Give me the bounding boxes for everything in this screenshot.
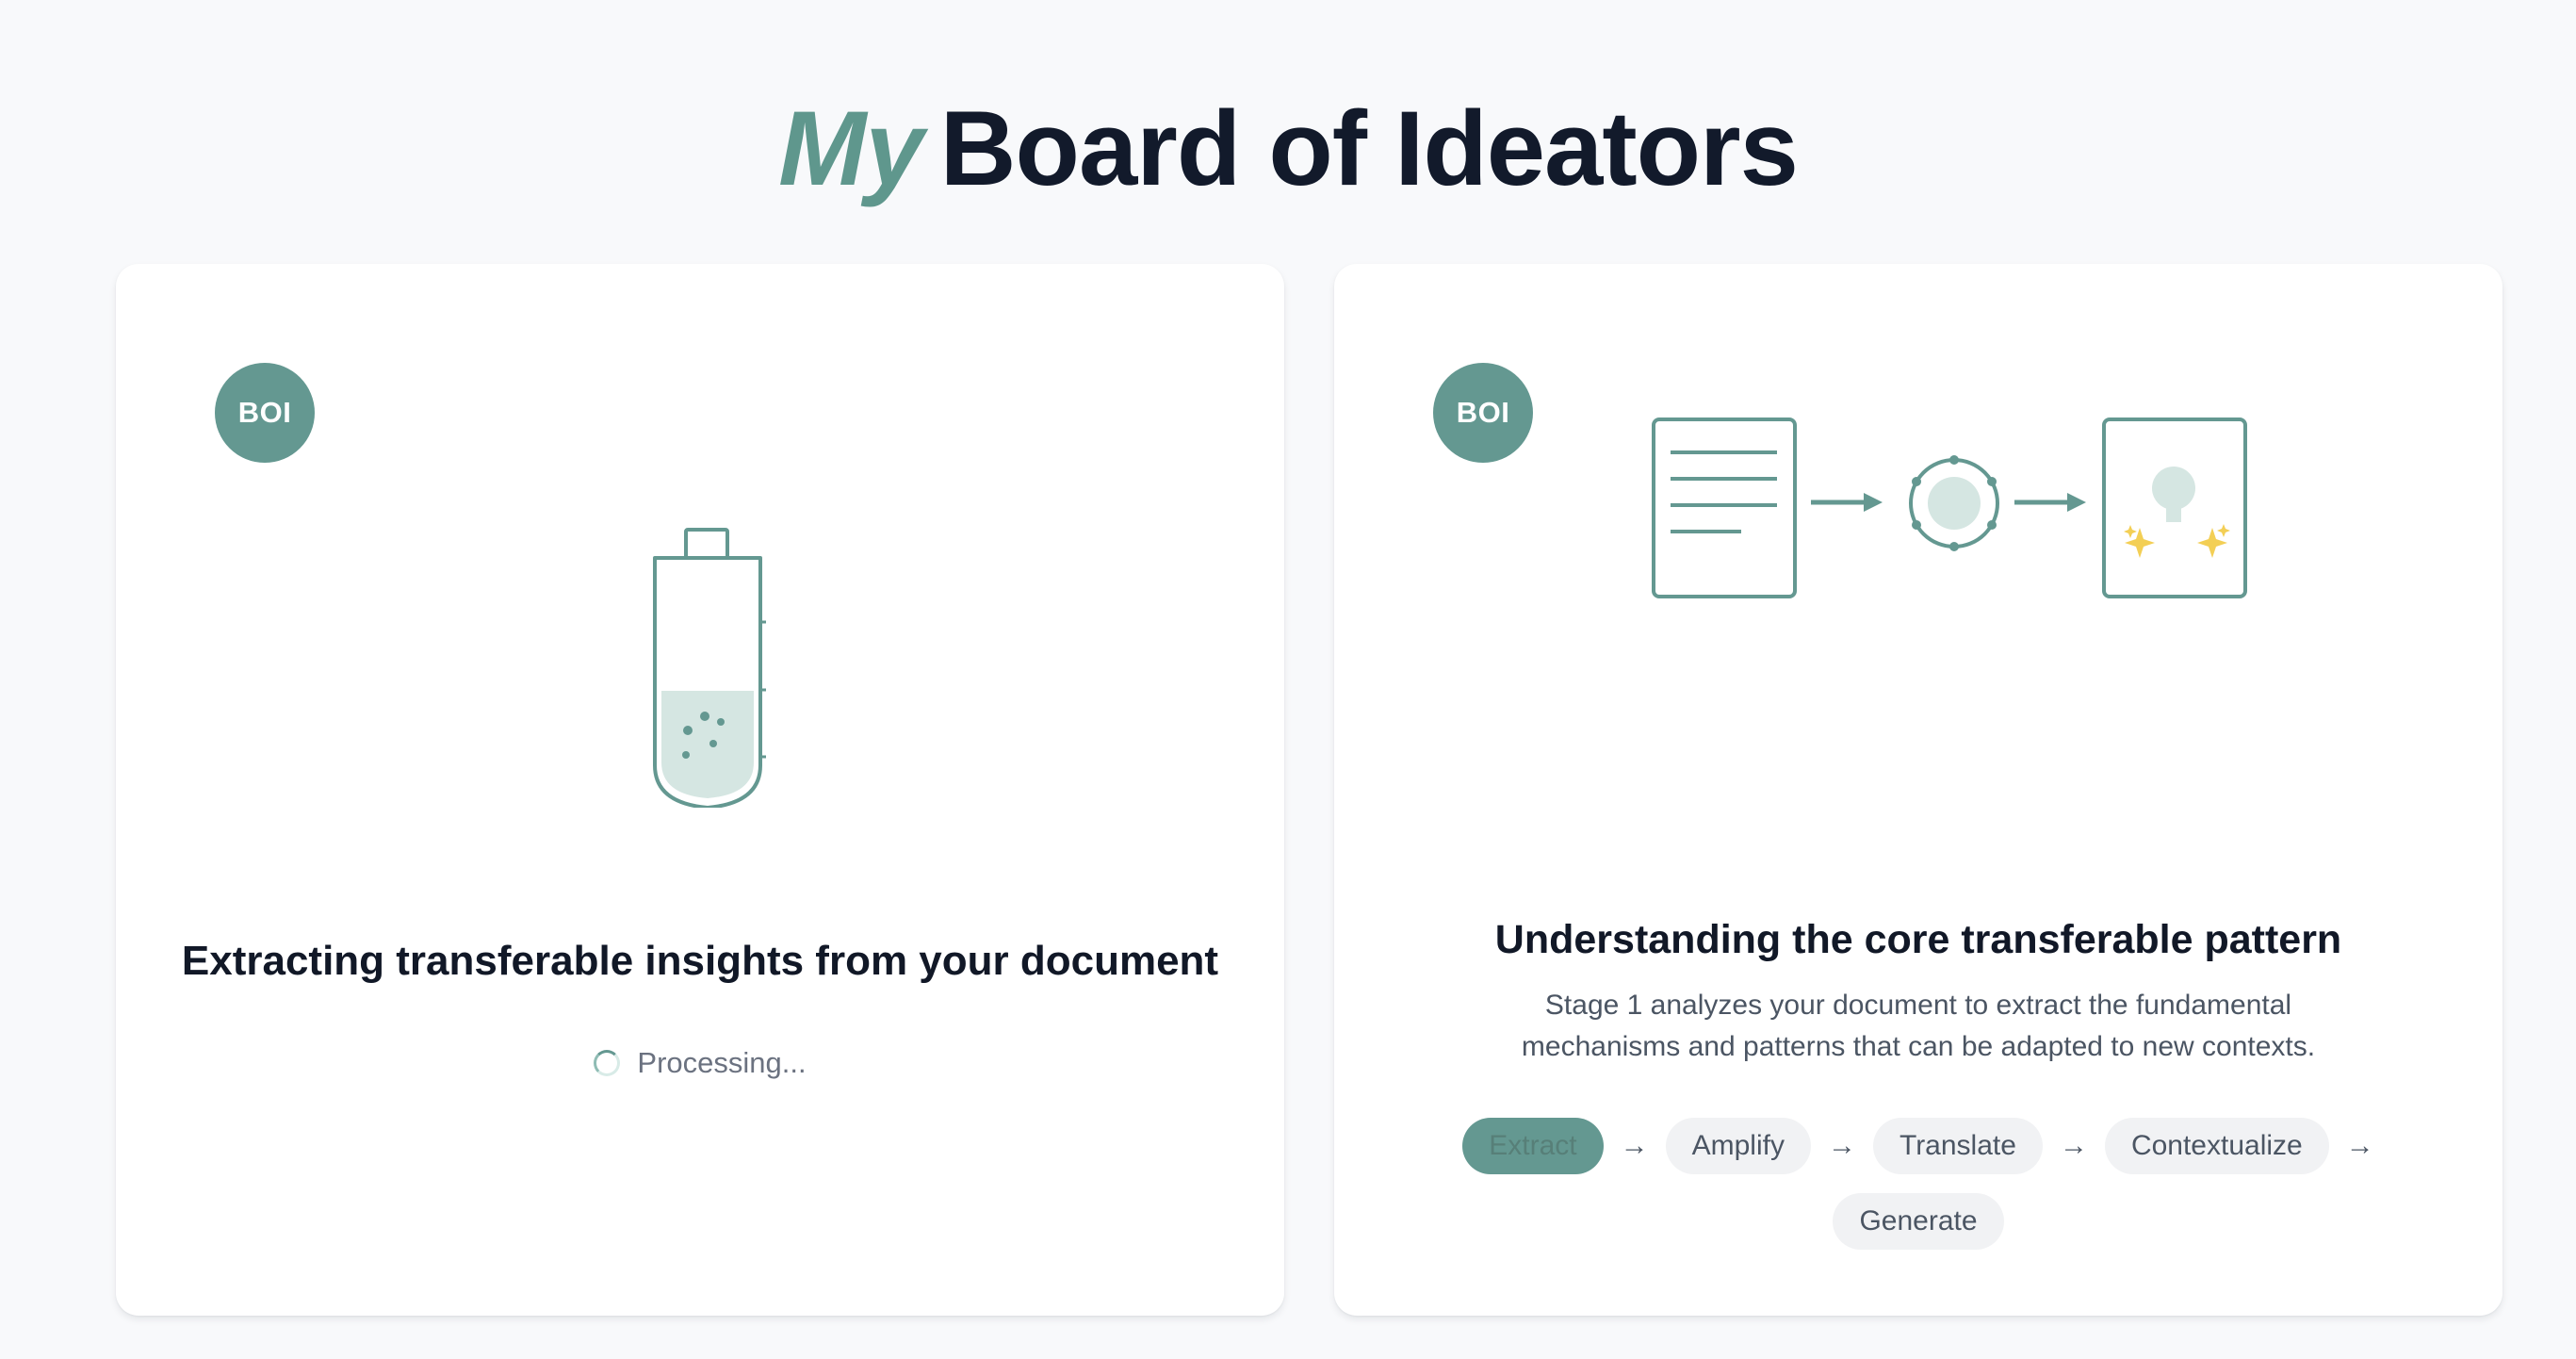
step-arrow-icon: → [1827, 1130, 1856, 1161]
step-arrow-icon: → [2059, 1130, 2088, 1161]
page-title-main: Board of Ideators [939, 90, 1799, 207]
page-title: My Board of Ideators [0, 83, 2576, 215]
stage-heading: Understanding the core transferable patt… [1494, 917, 2342, 962]
step-translate[interactable]: Translate [1872, 1118, 2043, 1174]
process-circle-icon [1909, 455, 1999, 551]
boi-avatar: BOI [215, 363, 315, 463]
arrow-right-icon [2014, 493, 2086, 512]
stage-steps: Extract → Amplify → Translate → Contextu… [1447, 1118, 2389, 1250]
stage-description: Stage 1 analyzes your document to extrac… [1521, 990, 2316, 1062]
test-tube-icon [653, 528, 766, 808]
stage-info-card: BOI Understanding the core transferable … [1334, 264, 2503, 1316]
processing-text: Processing... [637, 1046, 807, 1079]
step-arrow-icon: → [2345, 1130, 2374, 1161]
step-contextualize[interactable]: Contextualize [2104, 1118, 2329, 1174]
page-title-accent: My [778, 90, 924, 207]
step-extract[interactable]: Extract [1462, 1118, 1604, 1174]
lightbulb-sparkle-icon [2102, 418, 2247, 598]
step-amplify[interactable]: Amplify [1665, 1118, 1811, 1174]
arrow-right-icon [1811, 493, 1883, 512]
document-icon [1652, 418, 1797, 598]
step-generate[interactable]: Generate [1833, 1193, 2004, 1250]
step-arrow-icon: → [1620, 1130, 1649, 1161]
spinner-icon [594, 1050, 621, 1076]
processing-indicator: Processing... [116, 1046, 1284, 1080]
extraction-status-card: BOI Extracting transferable insights fro… [116, 264, 1284, 1316]
extraction-heading: Extracting transferable insights from yo… [181, 938, 1219, 984]
boi-avatar: BOI [1433, 363, 1533, 463]
